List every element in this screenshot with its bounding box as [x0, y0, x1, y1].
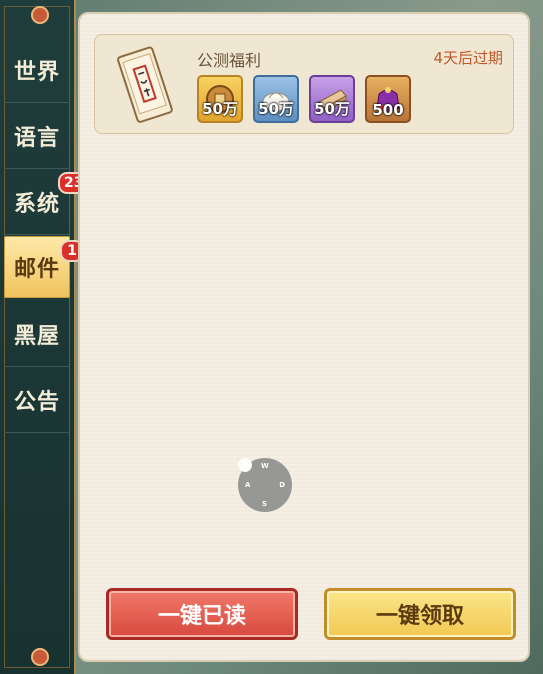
- tab-label: 世界: [13, 60, 60, 85]
- channel-sidebar: 世界 语言 系统 邮件 黑屋 公告: [0, 0, 76, 674]
- compass-w-label: A: [245, 481, 251, 489]
- compass-n-label: W: [261, 462, 269, 470]
- envelope-scroll-icon: [117, 46, 173, 123]
- top-ornament-icon: [31, 6, 49, 24]
- mail-item[interactable]: 公测福利 4天后过期 50万 50万 50万 500: [94, 34, 514, 134]
- mail-title: 公测福利: [197, 51, 262, 70]
- reward-count: 500: [372, 101, 404, 119]
- tab-language[interactable]: 语言: [4, 104, 70, 169]
- tab-label: 邮件: [13, 257, 60, 282]
- reward-item[interactable]: 500: [365, 75, 411, 123]
- compass-center: [238, 458, 252, 472]
- compass-e-label: D: [279, 481, 285, 489]
- bottom-ornament-icon: [31, 648, 49, 666]
- reward-list: 50万 50万 50万 500: [197, 75, 411, 123]
- tab-announcement[interactable]: 公告: [4, 368, 70, 433]
- tab-label: 黑屋: [13, 324, 60, 349]
- tab-label: 语言: [13, 126, 60, 151]
- reward-count: 50万: [202, 100, 238, 118]
- read-all-button[interactable]: 一键已读: [106, 588, 298, 640]
- tab-label: 系统: [13, 192, 60, 217]
- reward-count: 50万: [314, 100, 350, 118]
- reward-item[interactable]: 50万: [309, 75, 355, 123]
- mail-expire-text: 4天后过期: [433, 49, 503, 67]
- tab-world[interactable]: 世界: [4, 38, 70, 103]
- claim-all-button[interactable]: 一键领取: [324, 588, 516, 640]
- tab-label: 公告: [13, 390, 60, 415]
- reward-item[interactable]: 50万: [253, 75, 299, 123]
- compass-joystick[interactable]: W A D S: [238, 458, 292, 512]
- reward-count: 50万: [258, 100, 294, 118]
- tab-blackroom[interactable]: 黑屋: [4, 302, 70, 367]
- reward-item[interactable]: 50万: [197, 75, 243, 123]
- compass-s-label: S: [262, 500, 268, 508]
- mail-panel: 公测福利 4天后过期 50万 50万 50万 500 W A D S 一键已读 …: [78, 12, 530, 662]
